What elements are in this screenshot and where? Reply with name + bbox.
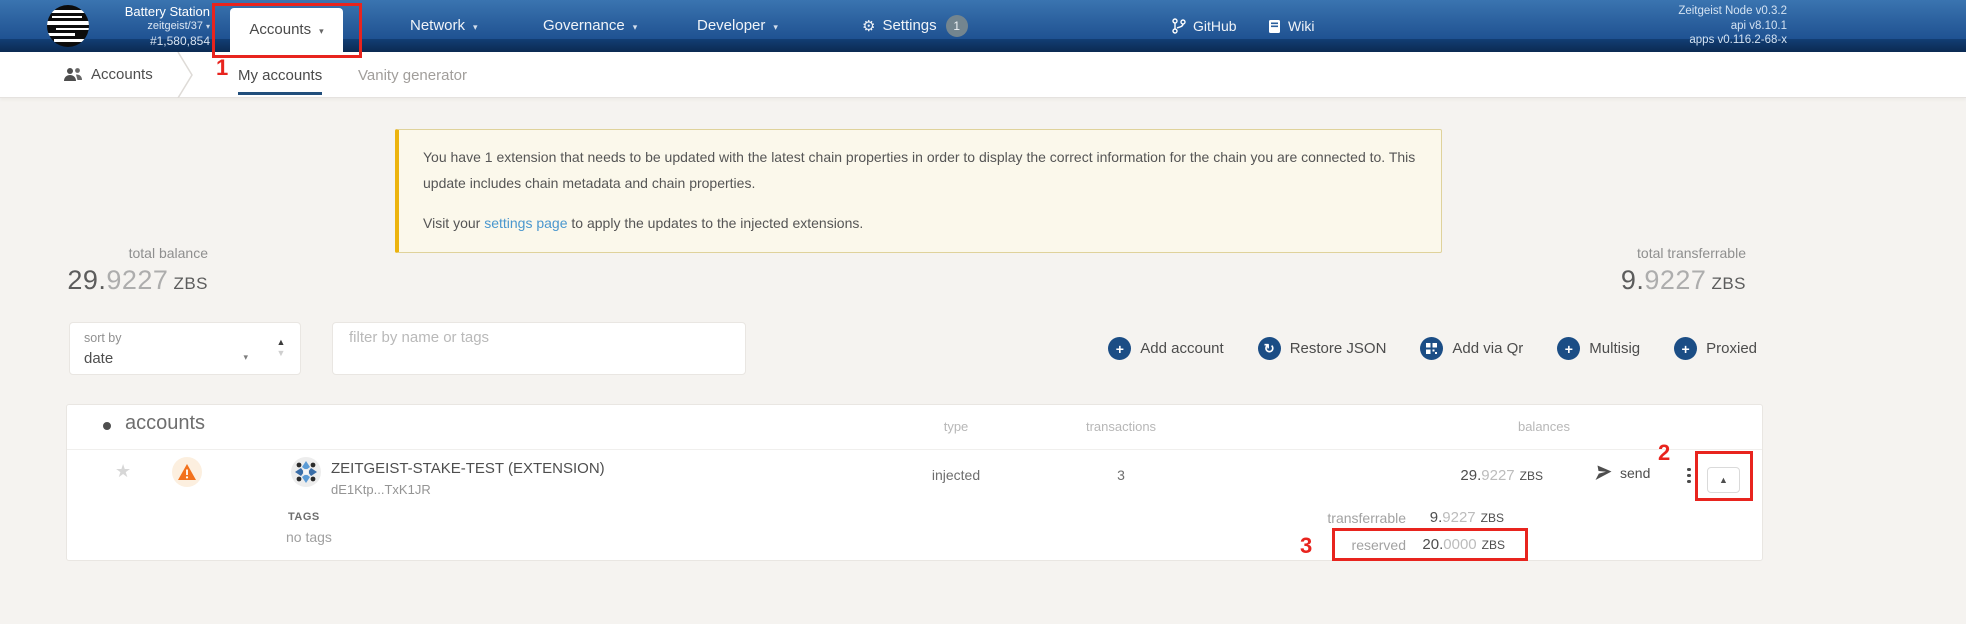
add-via-qr-button[interactable]: Add via Qr xyxy=(1420,337,1523,360)
row-menu-button[interactable] xyxy=(1683,465,1695,486)
plus-circle-icon: + xyxy=(1557,337,1581,360)
sort-desc-icon: ▼ xyxy=(276,348,286,358)
plus-circle-icon: + xyxy=(1108,337,1132,360)
sync-circle-icon: ↻ xyxy=(1257,337,1281,360)
filter-box xyxy=(332,322,746,375)
account-address: dE1Ktp...TxK1JR xyxy=(331,482,431,497)
nav-governance[interactable]: Governance ▾ xyxy=(543,0,637,52)
total-transferrable-summary: total transferrable 9.9227 ZBS xyxy=(1446,245,1746,296)
nav-network[interactable]: Network ▾ xyxy=(410,0,478,52)
version-info: Zeitgeist Node v0.3.2 api v8.10.1 apps v… xyxy=(1678,4,1787,48)
breadcrumb-separator xyxy=(177,52,193,98)
warning-triangle-icon xyxy=(178,464,196,480)
sort-direction-toggle[interactable]: ▲ ▼ xyxy=(271,337,291,359)
sort-asc-icon: ▲ xyxy=(276,337,286,347)
chevron-down-icon: ▾ xyxy=(473,22,478,32)
chevron-down-icon: ▾ xyxy=(319,26,324,36)
wiki-link[interactable]: Wiki xyxy=(1268,0,1314,52)
github-link[interactable]: GitHub xyxy=(1172,0,1237,52)
filter-input[interactable] xyxy=(349,329,729,346)
page: Battery Station zeitgeist/37 ▾ #1,580,854… xyxy=(0,0,1966,624)
paper-plane-icon xyxy=(1595,465,1612,480)
chain-network: zeitgeist/37 xyxy=(147,20,203,32)
chevron-down-icon: ▾ xyxy=(243,352,248,362)
circle-dot-icon xyxy=(103,422,111,430)
subnav-bar: Accounts My accounts Vanity generator xyxy=(0,52,1966,98)
account-transactions: 3 xyxy=(1117,467,1125,483)
settings-page-link[interactable]: settings page xyxy=(484,215,567,231)
git-branch-icon xyxy=(1172,18,1186,34)
total-transferrable-value: 9.9227 ZBS xyxy=(1620,265,1746,295)
add-account-button[interactable]: + Add account xyxy=(1108,337,1224,360)
gear-icon: ⚙ xyxy=(862,18,876,35)
chevron-up-icon: ▲ xyxy=(1719,475,1728,485)
multisig-button[interactable]: + Multisig xyxy=(1557,337,1640,360)
banner-text: You have 1 extension that needs to be up… xyxy=(423,149,1416,191)
chevron-down-icon: ▾ xyxy=(205,22,210,31)
column-header-balances: balances xyxy=(1517,419,1571,434)
warning-badge xyxy=(172,457,202,487)
column-header-transactions: transactions xyxy=(1085,419,1157,434)
sort-by-label: sort by xyxy=(84,331,122,345)
account-actions: + Add account ↻ Restore JSON Add via Qr … xyxy=(1108,322,1757,375)
account-balance: 29.9227 ZBS xyxy=(1460,467,1543,484)
plus-circle-icon: + xyxy=(1674,337,1698,360)
column-header-type: type xyxy=(943,419,969,434)
top-header: Battery Station zeitgeist/37 ▾ #1,580,854… xyxy=(0,0,1966,52)
nav-developer[interactable]: Developer ▾ xyxy=(697,0,778,52)
divider xyxy=(67,449,1762,450)
table-title: accounts xyxy=(125,412,206,434)
tags-value: no tags xyxy=(286,529,332,545)
total-balance-value: 29.9227 ZBS xyxy=(67,265,208,295)
extension-update-banner: You have 1 extension that needs to be up… xyxy=(395,129,1442,253)
banner-text-2: Visit your settings page to apply the up… xyxy=(423,215,864,231)
api-version: api v8.10.1 xyxy=(1730,19,1787,32)
proxied-button[interactable]: + Proxied xyxy=(1674,337,1757,360)
restore-json-button[interactable]: ↻ Restore JSON xyxy=(1257,337,1386,360)
node-version: Zeitgeist Node v0.3.2 xyxy=(1678,5,1787,17)
apps-version: apps v0.116.2-68-x xyxy=(1689,34,1787,46)
chain-block-number: #1,580,854 xyxy=(149,34,210,48)
sort-dropdown[interactable]: sort by date ▾ ▲ ▼ xyxy=(69,322,301,375)
total-balance-summary: total balance 29.9227 ZBS xyxy=(0,245,208,296)
tags-label: TAGS xyxy=(288,511,320,523)
total-transferrable-label: total transferrable xyxy=(1637,245,1746,261)
chevron-down-icon: ▾ xyxy=(773,22,778,32)
account-type: injected xyxy=(931,467,981,483)
collapse-row-button[interactable]: ▲ xyxy=(1707,467,1740,493)
total-balance-label: total balance xyxy=(128,245,208,261)
favorite-star-icon[interactable]: ★ xyxy=(115,461,131,482)
account-identicon[interactable] xyxy=(291,457,321,487)
accounts-table: accounts type transactions balances ★ ZE… xyxy=(66,404,1763,561)
tab-vanity-generator[interactable]: Vanity generator xyxy=(358,52,467,95)
qr-circle-icon xyxy=(1420,337,1444,360)
transferrable-value: 9.9227 ZBS xyxy=(1429,509,1504,526)
nav-settings[interactable]: ⚙ Settings 1 xyxy=(862,0,968,52)
breadcrumb: Accounts xyxy=(91,66,153,83)
tab-my-accounts[interactable]: My accounts xyxy=(238,52,323,95)
nav-accounts[interactable]: Accounts ▾ xyxy=(230,8,343,52)
settings-badge: 1 xyxy=(945,15,968,38)
chevron-down-icon: ▾ xyxy=(632,22,638,32)
account-name: ZEITGEIST-STAKE-TEST (EXTENSION) xyxy=(331,460,605,477)
send-button[interactable]: send xyxy=(1595,465,1650,481)
chain-name: Battery Station xyxy=(124,4,210,19)
sort-value: date xyxy=(84,350,114,367)
reserved-value: 20.0000 ZBS xyxy=(1422,536,1505,553)
users-icon xyxy=(64,68,82,81)
chain-selector[interactable]: Battery Station zeitgeist/37 ▾ #1,580,854 xyxy=(60,4,210,49)
book-icon xyxy=(1269,20,1280,33)
